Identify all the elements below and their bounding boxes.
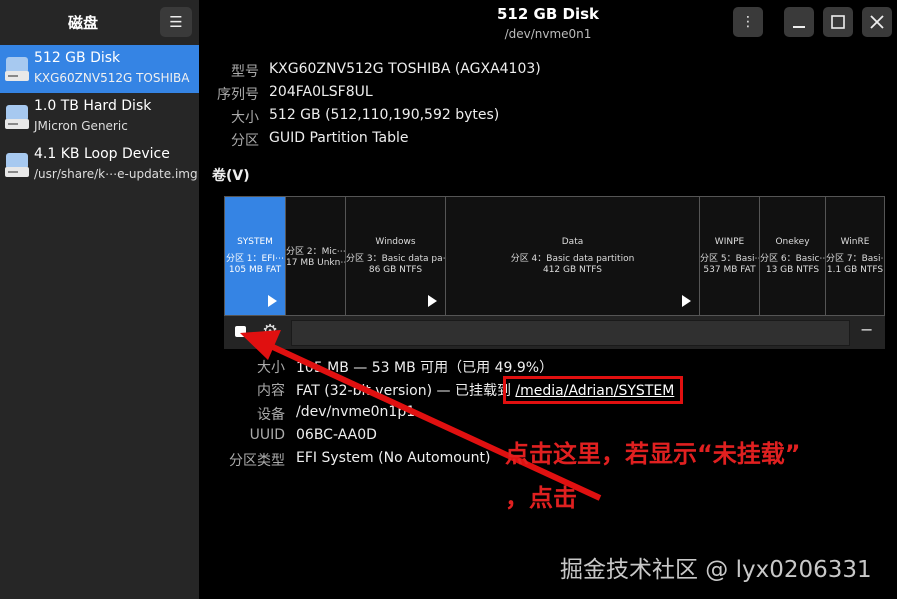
watermark: 掘金技术社区 @ lyx0206331 xyxy=(560,557,872,583)
annotation-text-line1: 点击这里，若显示“未挂载” xyxy=(505,440,801,468)
annotation-arrow-icon xyxy=(240,330,602,501)
annotation-text-line2: ，点击 xyxy=(505,484,577,512)
